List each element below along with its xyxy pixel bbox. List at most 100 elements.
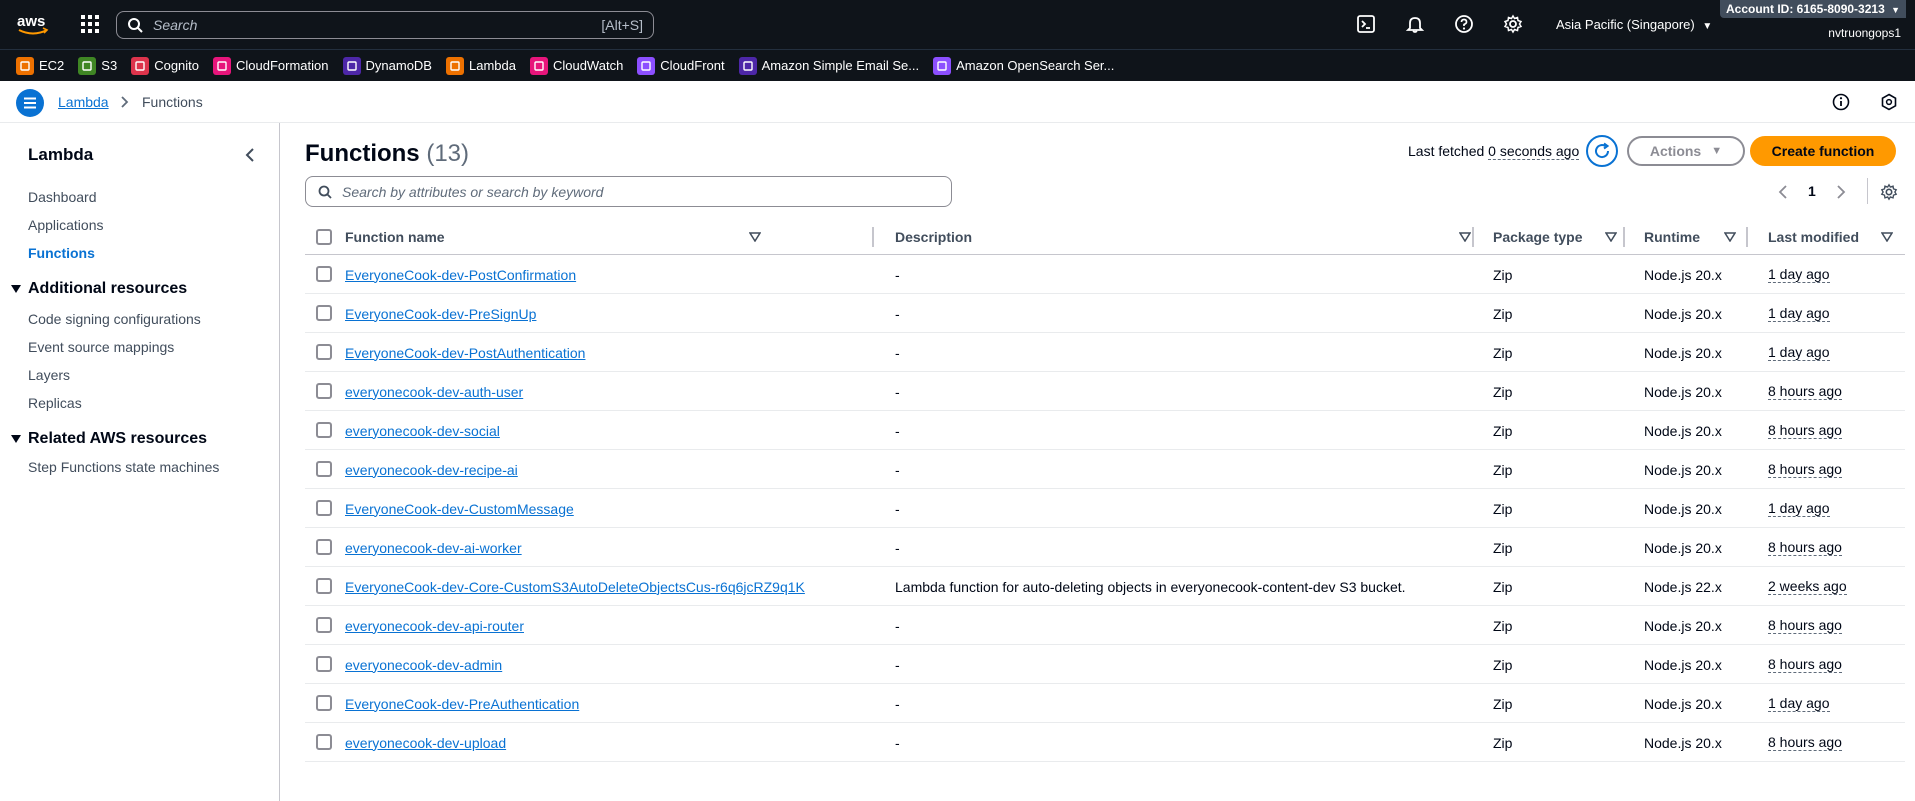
table-row[interactable]: everyonecook-dev-upload - Zip Node.js 20.x 8… [305,723,1905,762]
row-select-checkbox[interactable] [316,305,332,321]
function-name-link[interactable]: everyonecook-dev-upload [345,735,506,751]
breadcrumb-lambda-link[interactable]: Lambda [58,94,109,110]
sort-caret-icon[interactable] [1459,232,1471,242]
table-row[interactable]: EveryoneCook-dev-PostConfirmation - Zip Nod… [305,255,1905,294]
table-row[interactable]: everyonecook-dev-api-router - Zip Node.js 2… [305,606,1905,645]
info-icon[interactable] [1832,93,1850,111]
sort-caret-icon[interactable] [1724,232,1736,242]
column-resizer[interactable] [1746,227,1748,247]
aws-logo-icon[interactable]: aws [16,12,50,38]
favorite-s3[interactable]: S3 [78,56,117,75]
notifications-bell-icon[interactable] [1405,14,1425,34]
table-row[interactable]: EveryoneCook-dev-PreAuthentication - Zip No… [305,684,1905,723]
row-select-checkbox[interactable] [316,656,332,672]
select-all-checkbox[interactable] [316,229,332,245]
function-name-link[interactable]: EveryoneCook-dev-Core-CustomS3AutoDelete… [345,579,805,595]
table-preferences-gear-icon[interactable] [1880,183,1898,201]
sidebar-item-applications[interactable]: Applications [28,217,104,233]
pagination-prev-icon[interactable] [1777,185,1789,199]
pagination-next-icon[interactable] [1835,185,1847,199]
filter-search-input[interactable]: Search by attributes or search by keywor… [305,176,952,207]
row-select-checkbox[interactable] [316,344,332,360]
refresh-button[interactable] [1586,135,1618,167]
row-select-checkbox[interactable] [316,383,332,399]
sort-caret-icon[interactable] [1881,232,1893,242]
sidebar-item-replicas[interactable]: Replicas [28,395,82,411]
pagination-page-1[interactable]: 1 [1808,183,1816,199]
favorite-dynamodb[interactable]: DynamoDB [342,56,432,75]
sort-caret-icon[interactable] [1605,232,1617,242]
row-select-checkbox[interactable] [316,578,332,594]
side-navigation: Lambda Dashboard Applications Functions … [0,123,280,801]
column-header-last-modified[interactable]: Last modified [1768,219,1898,255]
function-name-link[interactable]: everyonecook-dev-auth-user [345,384,523,400]
function-name-link[interactable]: EveryoneCook-dev-PreSignUp [345,306,536,322]
column-header-runtime[interactable]: Runtime [1644,219,1754,255]
column-header-package-type[interactable]: Package type [1493,219,1617,255]
table-row[interactable]: everyonecook-dev-auth-user - Zip Node.js 20… [305,372,1905,411]
table-row[interactable]: EveryoneCook-dev-Core-CustomS3AutoDelete… [305,567,1905,606]
column-header-description[interactable]: Description [895,219,1471,255]
favorite-cloudformation[interactable]: CloudFormation [213,56,329,75]
function-name-link[interactable]: EveryoneCook-dev-PostConfirmation [345,267,576,283]
column-resizer[interactable] [1623,227,1625,247]
function-name-link[interactable]: everyonecook-dev-social [345,423,500,439]
column-resizer[interactable] [872,227,874,247]
favorite-lambda[interactable]: Lambda [445,56,516,75]
help-icon[interactable] [1454,14,1474,34]
row-select-checkbox[interactable] [316,461,332,477]
function-name-link[interactable]: EveryoneCook-dev-PreAuthentication [345,696,579,712]
row-select-checkbox[interactable] [316,539,332,555]
column-resizer[interactable] [1472,227,1474,247]
row-select-checkbox[interactable] [316,266,332,282]
sidebar-item-dashboard[interactable]: Dashboard [28,189,97,205]
function-name-link[interactable]: everyonecook-dev-recipe-ai [345,462,518,478]
cloudshell-icon[interactable] [1356,14,1376,34]
account-id-badge[interactable]: Account ID: 6165-8090-3213 ▼ [1720,0,1907,18]
side-navigation-toggle-button[interactable] [16,89,44,117]
function-runtime: Node.js 20.x [1644,422,1722,439]
create-function-button[interactable]: Create function [1750,136,1896,166]
function-name-link[interactable]: everyonecook-dev-admin [345,657,502,673]
table-row[interactable]: everyonecook-dev-admin - Zip Node.js 20.x 8 … [305,645,1905,684]
table-row[interactable]: everyonecook-dev-recipe-ai - Zip Node.js 20… [305,450,1905,489]
favorite-ses[interactable]: Amazon Simple Email Se... [738,56,919,75]
favorite-opensearch[interactable]: Amazon OpenSearch Ser... [933,56,1114,75]
sidebar-section-related-aws-resources[interactable]: Related AWS resources [10,430,207,448]
function-name-link[interactable]: EveryoneCook-dev-CustomMessage [345,501,574,517]
sidebar-item-step-functions[interactable]: Step Functions state machines [28,459,219,475]
favorite-cognito[interactable]: Cognito [131,56,199,75]
function-name-link[interactable]: everyonecook-dev-ai-worker [345,540,522,556]
table-row[interactable]: everyonecook-dev-ai-worker - Zip Node.js 20… [305,528,1905,567]
table-row[interactable]: EveryoneCook-dev-CustomMessage - Zip Node.j… [305,489,1905,528]
row-select-checkbox[interactable] [316,695,332,711]
function-name-link[interactable]: EveryoneCook-dev-PostAuthentication [345,345,585,361]
collapse-sidebar-icon[interactable] [242,147,258,163]
row-select-checkbox[interactable] [316,617,332,633]
feedback-hexagon-icon[interactable] [1880,93,1898,111]
region-selector[interactable]: Asia Pacific (Singapore) ▼ [1556,17,1712,32]
sidebar-title[interactable]: Lambda [28,145,93,165]
column-header-function-name[interactable]: Function name [345,219,765,255]
username[interactable]: nvtruongops1 [1828,26,1901,40]
favorite-cloudfront[interactable]: CloudFront [637,56,725,75]
favorite-ec2[interactable]: EC2 [16,56,64,75]
settings-gear-icon[interactable] [1503,14,1523,34]
function-name-link[interactable]: everyonecook-dev-api-router [345,618,524,634]
global-search-input[interactable]: Search [Alt+S] [116,11,654,39]
row-select-checkbox[interactable] [316,422,332,438]
row-select-checkbox[interactable] [316,734,332,750]
sidebar-item-layers[interactable]: Layers [28,367,70,383]
actions-dropdown-button[interactable]: Actions ▼ [1627,136,1745,166]
favorite-cloudwatch[interactable]: CloudWatch [529,56,623,75]
sidebar-section-additional-resources[interactable]: Additional resources [10,280,187,298]
table-row[interactable]: EveryoneCook-dev-PostAuthentication - Zip N… [305,333,1905,372]
row-select-checkbox[interactable] [316,500,332,516]
table-row[interactable]: EveryoneCook-dev-PreSignUp - Zip Node.js 20… [305,294,1905,333]
services-grid-icon[interactable] [80,14,100,34]
sort-caret-icon[interactable] [749,232,761,242]
sidebar-item-event-source-mappings[interactable]: Event source mappings [28,339,174,355]
sidebar-item-code-signing[interactable]: Code signing configurations [28,311,201,327]
table-row[interactable]: everyonecook-dev-social - Zip Node.js 20.x 8… [305,411,1905,450]
sidebar-item-functions[interactable]: Functions [28,245,95,261]
